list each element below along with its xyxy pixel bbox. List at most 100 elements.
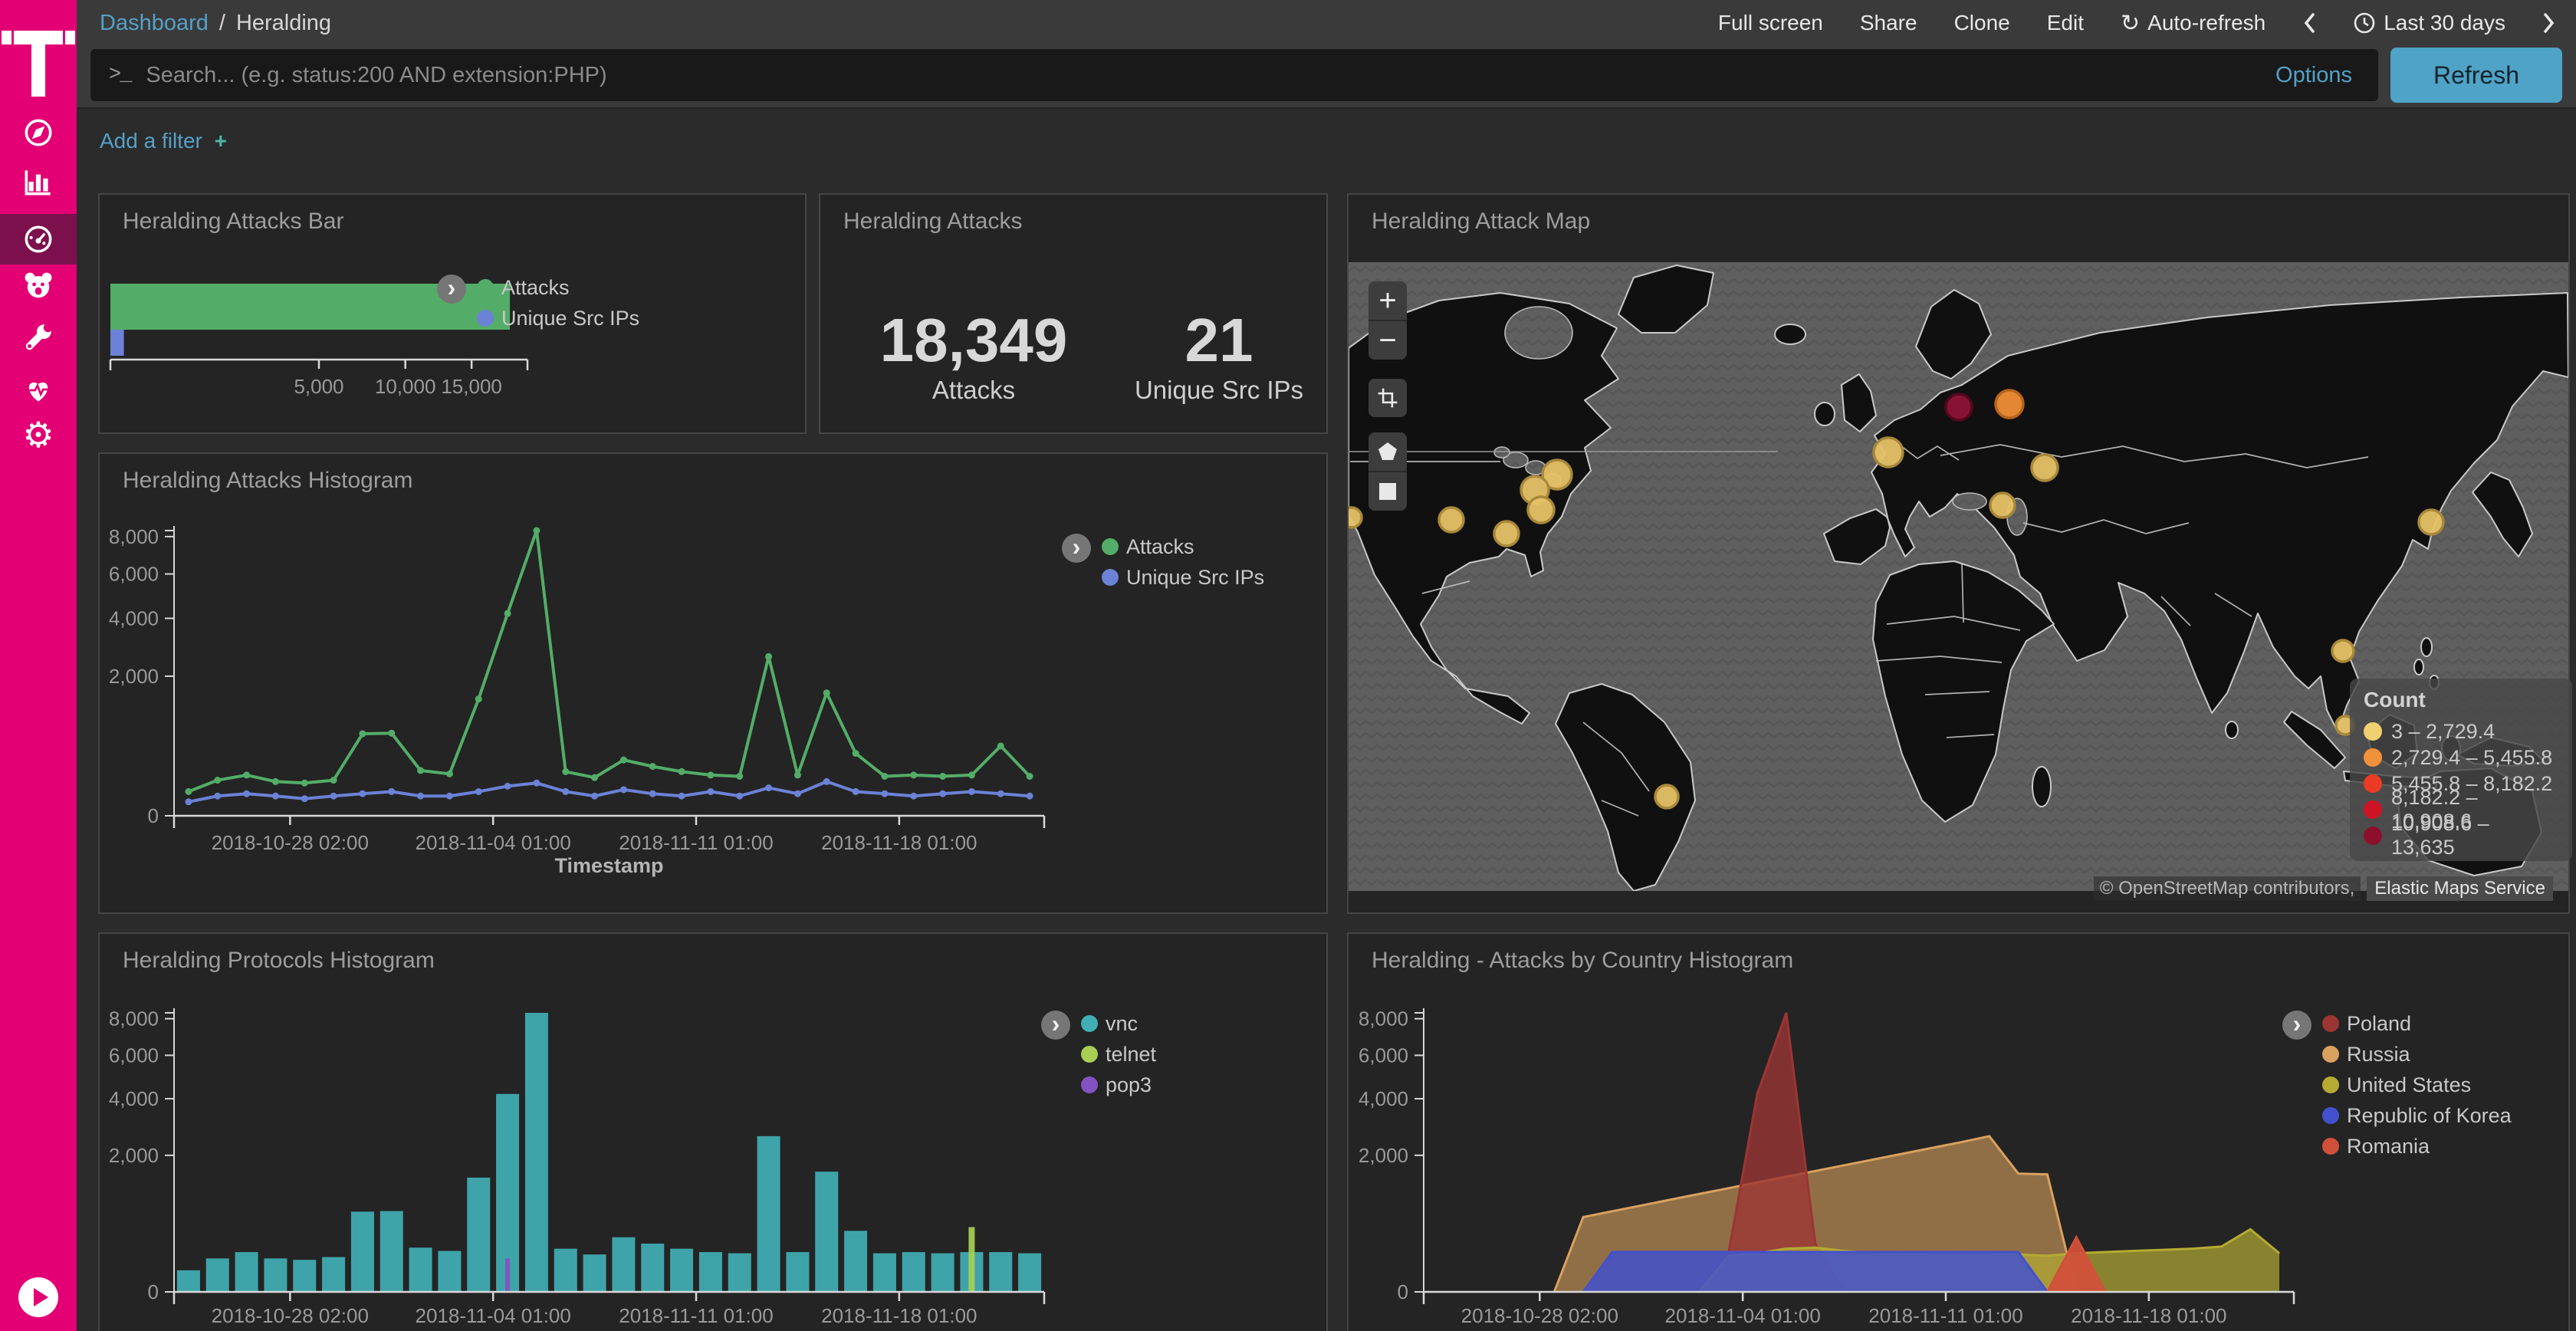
svg-text:2018-10-28 02:00: 2018-10-28 02:00 xyxy=(1461,1304,1618,1327)
map-draw-controls xyxy=(1368,432,1407,511)
fit-data-bounds-button[interactable] xyxy=(1368,379,1407,417)
sidebar-item-monitoring[interactable] xyxy=(0,364,77,415)
time-forward-button[interactable] xyxy=(2542,12,2556,35)
svg-text:15,000: 15,000 xyxy=(441,375,502,398)
map-dot xyxy=(1874,438,1903,467)
legend-item-unique-src-ips[interactable]: Unique Src IPs xyxy=(477,307,639,330)
legend-toggle-icon[interactable]: › xyxy=(437,274,466,304)
top-menu: Full screen Share Clone Edit ↻ Auto-refr… xyxy=(1718,0,2556,46)
legend-toggle-icon[interactable]: › xyxy=(1062,534,1091,563)
legend-item-unique-src-ips[interactable]: Unique Src IPs xyxy=(1102,566,1264,589)
legend-color-dot xyxy=(1081,1046,1098,1063)
legend-color-dot xyxy=(2364,774,2382,793)
svg-text:2018-11-18 01:00: 2018-11-18 01:00 xyxy=(821,1304,977,1327)
auto-refresh-button[interactable]: ↻ Auto-refresh xyxy=(2121,10,2266,37)
legend-color-dot xyxy=(1102,569,1119,586)
timepicker-button[interactable]: Last 30 days xyxy=(2353,11,2505,35)
sidebar-item-management[interactable]: ⚙ xyxy=(0,409,77,460)
map-legend-item: 3 – 2,729.4 xyxy=(2364,718,2557,744)
sidebar-item-discover[interactable] xyxy=(0,107,77,158)
legend-color-dot xyxy=(2322,1138,2339,1155)
svg-text:2,000: 2,000 xyxy=(109,665,159,688)
heartbeat-icon xyxy=(21,372,56,407)
ems-attribution-link[interactable]: Elastic Maps Service xyxy=(2367,876,2553,901)
map-legend-item: 2,729.4 – 5,455.8 xyxy=(2364,744,2557,771)
clone-button[interactable]: Clone xyxy=(1954,11,2010,35)
svg-text:2018-10-28 02:00: 2018-10-28 02:00 xyxy=(212,831,369,854)
map-dot xyxy=(1655,785,1678,808)
time-back-button[interactable] xyxy=(2302,12,2316,35)
legend: › Poland Russia United States Republic of Ko… xyxy=(2282,1011,2512,1158)
legend-color-dot xyxy=(2322,1107,2339,1124)
legend-color-dot xyxy=(2364,827,2382,845)
draw-rectangle-button[interactable] xyxy=(1368,472,1407,511)
options-link[interactable]: Options xyxy=(2275,63,2352,88)
legend-item-pop3[interactable]: pop3 xyxy=(1081,1073,1156,1096)
legend-item-republic-of-korea[interactable]: Republic of Korea xyxy=(2322,1104,2512,1127)
legend-item-russia[interactable]: Russia xyxy=(2322,1043,2512,1066)
edit-button[interactable]: Edit xyxy=(2047,11,2084,35)
dashboard-gauge-icon xyxy=(21,222,56,257)
osm-attribution-link[interactable]: © OpenStreetMap contributors, xyxy=(2094,876,2361,901)
map-dot xyxy=(2332,640,2354,662)
terminal-prompt-icon: >_ xyxy=(109,64,130,87)
sidebar-item-bear[interactable] xyxy=(0,260,77,311)
breadcrumb-current: Heralding xyxy=(236,11,331,36)
sidebar-item-dashboard[interactable] xyxy=(0,214,77,265)
map-dot xyxy=(1494,521,1519,546)
share-button[interactable]: Share xyxy=(1860,11,1917,35)
legend-item-poland[interactable]: Poland xyxy=(2322,1012,2512,1035)
fullscreen-button[interactable]: Full screen xyxy=(1718,11,1823,35)
svg-text:8,000: 8,000 xyxy=(109,525,159,548)
legend-color-dot xyxy=(2322,1046,2339,1063)
svg-text:0: 0 xyxy=(148,1280,159,1303)
svg-text:2018-11-11 01:00: 2018-11-11 01:00 xyxy=(619,1304,773,1327)
search-input[interactable] xyxy=(144,62,2275,89)
legend-item-telnet[interactable]: telnet xyxy=(1081,1043,1156,1066)
add-filter-link[interactable]: Add a filter xyxy=(100,129,202,153)
legend-item-attacks[interactable]: Attacks xyxy=(1102,535,1264,558)
breadcrumb-separator: / xyxy=(219,11,225,36)
play-icon xyxy=(34,1288,48,1306)
svg-text:5,000: 5,000 xyxy=(294,375,343,398)
legend-item-attacks[interactable]: Attacks xyxy=(477,276,639,299)
legend-toggle-icon[interactable]: › xyxy=(2282,1011,2312,1040)
legend-color-dot xyxy=(2364,800,2382,819)
refresh-cycle-icon: ↻ xyxy=(2121,10,2140,37)
panel-country-histogram: Heralding - Attacks by Country Histogram… xyxy=(1347,932,2570,1331)
search-box: >_ Options xyxy=(90,49,2378,101)
legend-toggle-icon[interactable]: › xyxy=(1041,1011,1070,1040)
breadcrumb-dashboard-link[interactable]: Dashboard xyxy=(100,11,209,36)
svg-text:2,000: 2,000 xyxy=(1359,1144,1408,1167)
map-attribution: © OpenStreetMap contributors, Elastic Ma… xyxy=(2094,876,2553,901)
metric-value: 21 xyxy=(1127,310,1311,371)
legend-item-romania[interactable]: Romania xyxy=(2322,1135,2512,1158)
map-dot xyxy=(1439,508,1464,532)
legend-item-united-states[interactable]: United States xyxy=(2322,1073,2512,1096)
zoom-out-button[interactable]: − xyxy=(1368,321,1407,360)
sidebar-collapse-button[interactable] xyxy=(18,1277,58,1317)
gear-icon: ⚙ xyxy=(22,417,54,452)
bar-chart-icon xyxy=(21,164,56,199)
refresh-button[interactable]: Refresh xyxy=(2390,48,2562,103)
plus-icon[interactable]: + xyxy=(215,129,227,153)
svg-text:8,000: 8,000 xyxy=(1359,1007,1408,1030)
legend-item-vnc[interactable]: vnc xyxy=(1081,1012,1156,1035)
zoom-in-button[interactable]: + xyxy=(1368,281,1407,320)
sidebar-item-devtools[interactable] xyxy=(0,312,77,363)
svg-text:10,000: 10,000 xyxy=(375,375,436,398)
wrench-icon xyxy=(21,320,56,355)
legend-color-dot xyxy=(2364,722,2382,741)
panel-attacks-histogram: Heralding Attacks Histogram 02,0004,0006… xyxy=(98,452,1328,914)
sidebar-item-visualize[interactable] xyxy=(0,156,77,207)
panel-title: Heralding Attacks Bar xyxy=(123,209,343,235)
draw-polygon-button[interactable] xyxy=(1368,432,1407,471)
panel-title: Heralding Attack Map xyxy=(1372,209,1590,235)
legend-color-dot xyxy=(477,279,494,296)
polygon-icon xyxy=(1377,441,1398,462)
clock-icon xyxy=(2353,12,2376,35)
map-dot xyxy=(1946,394,1972,420)
app-window: ⚙ Dashboard / Heralding Full screen Shar… xyxy=(0,0,2576,1331)
map-dot xyxy=(1996,390,2023,418)
svg-text:2018-10-28 02:00: 2018-10-28 02:00 xyxy=(212,1304,369,1327)
